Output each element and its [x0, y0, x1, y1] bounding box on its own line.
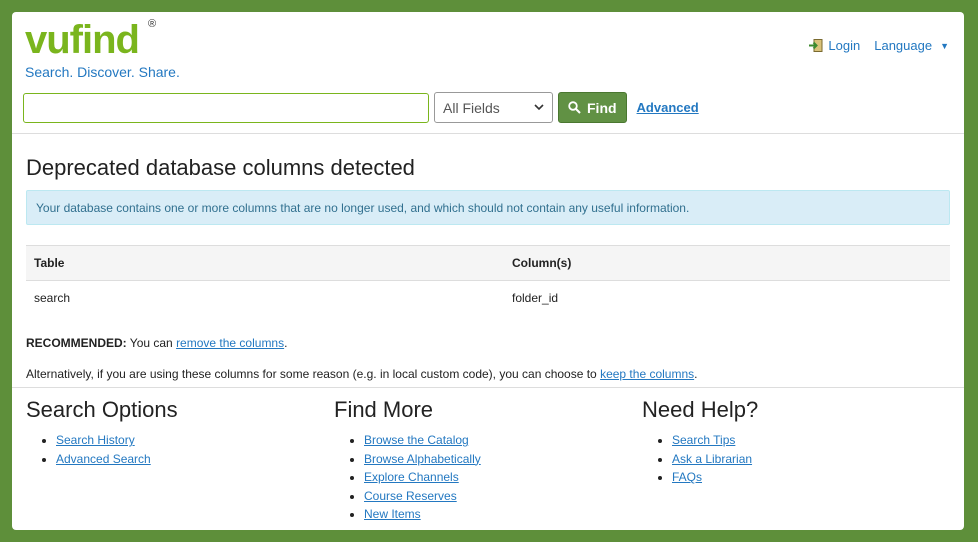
registered-mark: ®	[148, 18, 157, 30]
recommended-note: RECOMMENDED: You can remove the columns.	[26, 336, 950, 350]
vufind-logo[interactable]: vufind ®	[25, 18, 156, 62]
list-item: Course Reserves	[364, 487, 481, 506]
list-item: Search History	[56, 431, 178, 450]
info-alert-text: Your database contains one or more colum…	[36, 200, 690, 215]
footer: Search Options Search History Advanced S…	[12, 387, 964, 530]
alternative-suffix: .	[694, 367, 698, 381]
page-title: Deprecated database columns detected	[26, 155, 415, 180]
info-alert: Your database contains one or more colum…	[26, 190, 950, 225]
search-type-select[interactable]: All Fields	[434, 92, 553, 123]
footer-find-more: Find More Browse the Catalog Browse Alph…	[334, 397, 481, 524]
alternative-text: Alternatively, if you are using these co…	[26, 367, 601, 381]
page-frame: vufind ® Search. Discover. Share. Login …	[12, 12, 964, 530]
recommended-prefix: RECOMMENDED:	[26, 336, 127, 350]
search-tips-link[interactable]: Search Tips	[672, 433, 735, 447]
footer-need-help: Need Help? Search Tips Ask a Librarian F…	[642, 397, 758, 487]
footer-search-options: Search Options Search History Advanced S…	[26, 397, 178, 468]
remove-columns-link[interactable]: remove the columns	[176, 336, 284, 350]
chevron-down-icon	[534, 104, 544, 111]
list-item: Explore Channels	[364, 468, 481, 487]
tagline: Search. Discover. Share.	[25, 64, 180, 80]
footer-heading: Search Options	[26, 397, 178, 422]
recommended-suffix: .	[284, 336, 288, 350]
list-item: New Items	[364, 505, 481, 524]
logo-text: vufind	[25, 18, 140, 62]
advanced-search-link[interactable]: Advanced	[637, 100, 699, 115]
advanced-search-footer-link[interactable]: Advanced Search	[56, 452, 151, 466]
ask-librarian-link[interactable]: Ask a Librarian	[672, 452, 752, 466]
alternative-note: Alternatively, if you are using these co…	[26, 367, 950, 381]
list-item: FAQs	[672, 468, 758, 487]
list-item: Advanced Search	[56, 450, 178, 469]
language-dropdown[interactable]: Language ▼	[874, 38, 949, 53]
keep-columns-link[interactable]: keep the columns	[600, 367, 694, 381]
search-history-link[interactable]: Search History	[56, 433, 135, 447]
list-item: Ask a Librarian	[672, 450, 758, 469]
table-row: search folder_id	[26, 281, 950, 316]
table-header-row: Table Column(s)	[26, 245, 950, 281]
table-header-table: Table	[34, 256, 65, 270]
search-type-value: All Fields	[443, 99, 500, 116]
footer-heading: Need Help?	[642, 397, 759, 422]
caret-down-icon: ▼	[940, 40, 949, 51]
browse-catalog-link[interactable]: Browse the Catalog	[364, 433, 469, 447]
recommended-text: You can	[126, 336, 177, 350]
list-item: Browse the Catalog	[364, 431, 481, 450]
table-cell: search	[34, 291, 71, 305]
deprecated-columns-table: Table Column(s) search folder_id	[26, 245, 950, 315]
main-content: Deprecated database columns detected You…	[26, 155, 950, 381]
login-link[interactable]: Login	[809, 38, 860, 53]
footer-heading: Find More	[334, 397, 434, 422]
faqs-link[interactable]: FAQs	[672, 470, 702, 484]
browse-alphabetically-link[interactable]: Browse Alphabetically	[364, 452, 481, 466]
language-label: Language	[874, 38, 933, 53]
table-cell: folder_id	[512, 291, 559, 305]
find-label: Find	[587, 99, 617, 116]
list-item: Search Tips	[672, 431, 758, 450]
course-reserves-link[interactable]: Course Reserves	[364, 489, 457, 503]
table-header-columns: Column(s)	[512, 256, 572, 270]
explore-channels-link[interactable]: Explore Channels	[364, 470, 459, 484]
login-label: Login	[828, 38, 861, 53]
search-bar: All Fields Find Advanced	[23, 92, 699, 123]
list-item: Browse Alphabetically	[364, 450, 481, 469]
search-icon	[568, 101, 581, 114]
find-button[interactable]: Find	[558, 92, 627, 123]
top-nav: Login Language ▼	[809, 38, 949, 53]
search-input[interactable]	[23, 92, 429, 123]
login-icon	[809, 39, 823, 52]
new-items-link[interactable]: New Items	[364, 507, 421, 521]
header: vufind ® Search. Discover. Share. Login …	[12, 12, 964, 134]
